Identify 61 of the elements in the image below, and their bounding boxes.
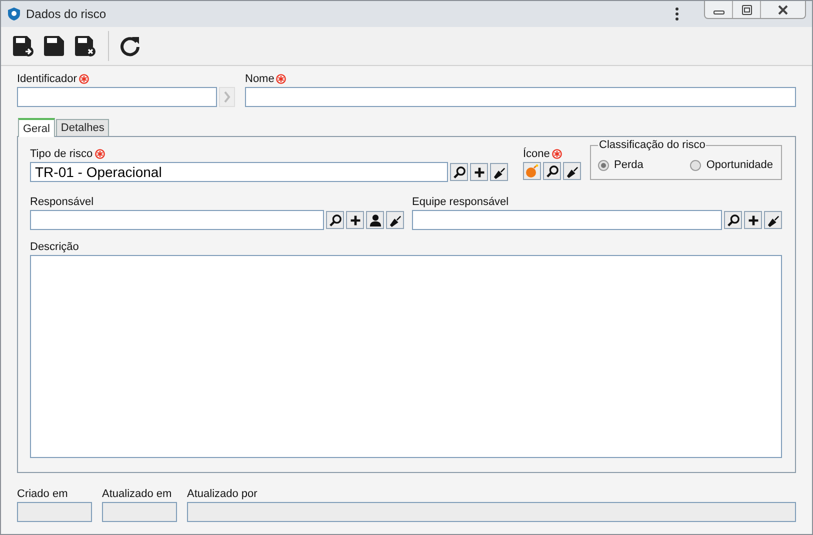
bomb-icon	[525, 164, 539, 178]
search-button[interactable]	[724, 211, 742, 229]
field-label: Identificador	[17, 73, 77, 85]
text-field[interactable]	[17, 87, 217, 107]
search-icon	[328, 214, 342, 226]
add-button[interactable]	[470, 163, 488, 181]
search-button[interactable]	[326, 211, 344, 229]
tab[interactable]: Geral	[18, 118, 55, 137]
text-field[interactable]	[245, 87, 796, 107]
radio-button[interactable]	[690, 160, 702, 170]
description-field[interactable]	[30, 255, 782, 458]
brush-icon	[566, 164, 578, 178]
field-label: Atualizado por	[187, 488, 258, 500]
search-button[interactable]	[543, 162, 561, 180]
plus-icon	[474, 166, 484, 178]
brush-icon	[388, 214, 402, 226]
shield-icon	[7, 6, 21, 21]
save-and-close-button[interactable]	[73, 34, 97, 58]
plus-icon	[350, 214, 360, 226]
save-button[interactable]	[42, 34, 66, 58]
field-label: Equipe responsável	[412, 196, 509, 208]
more-options-icon[interactable]	[675, 6, 679, 21]
field-label: Nome	[245, 73, 274, 85]
clear-button[interactable]	[563, 162, 581, 180]
window-title: Dados do risco	[26, 6, 108, 21]
plus-icon	[748, 214, 758, 226]
clear-button[interactable]	[386, 211, 404, 229]
search-icon	[452, 166, 466, 178]
floppy-icon	[43, 34, 65, 57]
add-button[interactable]	[346, 211, 364, 229]
radio-button[interactable]	[598, 160, 609, 170]
brush-icon	[492, 166, 506, 178]
maximize-icon	[740, 4, 752, 14]
responsible-team-field[interactable]	[412, 210, 722, 230]
field-label: Ícone	[523, 148, 550, 160]
search-icon	[726, 214, 740, 226]
field-label: Atualizado em	[102, 488, 172, 500]
radio-label: Perda	[614, 159, 644, 171]
group-title: Classificação do risco	[598, 139, 706, 151]
radio-label: Oportunidade	[706, 159, 773, 171]
clear-button[interactable]	[490, 163, 508, 181]
user-button[interactable]	[366, 211, 384, 229]
close-icon	[777, 4, 789, 14]
floppy-cross-icon	[74, 34, 96, 57]
user-icon	[368, 214, 382, 226]
brush-icon	[766, 214, 780, 226]
responsible-field[interactable]	[30, 210, 324, 230]
refresh-icon	[119, 34, 141, 57]
field-label: Descrição	[30, 241, 79, 253]
save-and-exit-button[interactable]	[11, 34, 35, 58]
field-label: Tipo de risco	[30, 148, 93, 160]
field-label: Responsável	[30, 196, 94, 208]
floppy-arrow-icon	[12, 34, 34, 57]
chevron-icon	[223, 91, 231, 103]
search-button[interactable]	[450, 163, 468, 181]
tab[interactable]: Detalhes	[56, 119, 110, 136]
add-button[interactable]	[744, 211, 762, 229]
risk-type-field[interactable]: TR-01 - Operacional	[30, 162, 448, 182]
field-label: Criado em	[17, 488, 68, 500]
clear-button[interactable]	[764, 211, 782, 229]
search-icon	[546, 164, 558, 178]
